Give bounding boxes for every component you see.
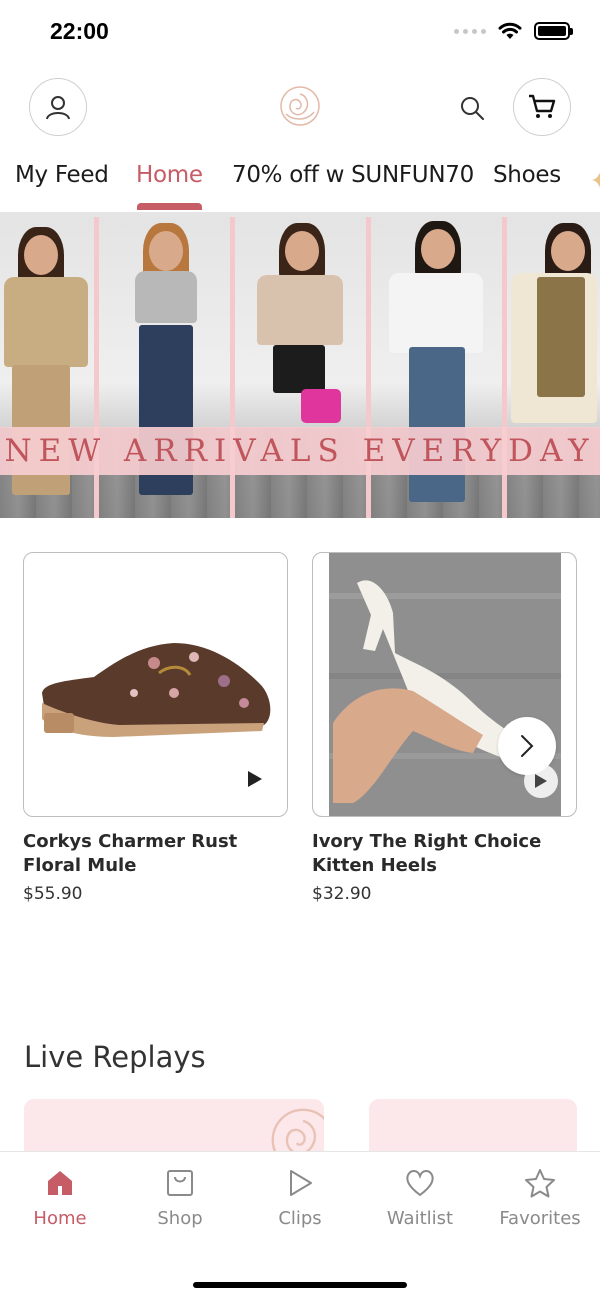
search-icon [461,97,484,120]
battery-icon [534,22,573,40]
wifi-icon [498,22,522,39]
cart-button[interactable] [513,78,571,136]
product-card[interactable]: Ivory The Right Choice Kitten Heels $32.… [312,552,577,904]
search-button[interactable] [456,92,488,124]
product-title[interactable]: Corkys Charmer Rust Floral Mule [23,830,288,878]
product-price: $55.90 [23,884,83,904]
banner-text: NEW ARRIVALS EVERYDAY [4,433,596,469]
rose-logo [271,1108,324,1151]
tab-sale[interactable]: 70% off w SUNFUN70 [232,162,474,188]
product-title[interactable]: Ivory The Right Choice Kitten Heels [312,830,577,878]
tabbar-label: Favorites [499,1208,581,1229]
status-time: 22:00 [50,18,109,44]
home-indicator [193,1282,407,1288]
status-icons [454,22,573,40]
tabbar-favorites[interactable]: Favorites [485,1168,595,1229]
live-replay-card[interactable] [24,1099,324,1151]
tabbar-shop[interactable]: Shop [125,1168,235,1229]
video-play-icon [535,774,547,788]
banner-caption-strip: NEW ARRIVALS EVERYDAY [0,427,600,475]
bottom-tab-bar: Home Shop Clips Waitlist Favorites [0,1151,600,1299]
tabbar-home[interactable]: Home [5,1168,115,1229]
sparkle-icon: ✦ [590,168,600,193]
category-tabs: My Feed Home 70% off w SUNFUN70 Shoes ✦ [0,158,600,214]
cart-icon [529,94,556,118]
video-play-icon[interactable] [247,770,263,788]
tabbar-label: Shop [157,1208,203,1229]
heart-icon [406,1170,434,1197]
star-icon [525,1169,555,1198]
person-icon [46,96,70,120]
app-header [0,78,600,138]
tabbar-clips[interactable]: Clips [245,1168,355,1229]
rose-logo [280,86,320,126]
live-replay-card[interactable] [369,1099,577,1151]
play-icon [290,1170,312,1196]
product-price: $32.90 [312,884,372,904]
new-arrivals-banner[interactable]: NEW ARRIVALS EVERYDAY [0,217,600,518]
tab-my-feed[interactable]: My Feed [15,162,109,188]
tabbar-label: Clips [278,1208,322,1229]
home-icon [48,1171,72,1195]
product-image[interactable] [312,552,577,817]
tabbar-label: Waitlist [386,1208,454,1229]
status-bar: 22:00 [0,0,600,64]
tab-shoes[interactable]: Shoes [493,162,561,188]
tabbar-label: Home [33,1208,87,1229]
video-play-button[interactable] [524,764,558,798]
tab-home[interactable]: Home [136,162,203,188]
signal-icon [454,28,486,34]
product-image[interactable] [23,552,288,817]
live-replays-heading: Live Replays [24,1040,206,1074]
chevron-right-icon [521,735,534,757]
bag-icon [167,1170,193,1196]
product-card[interactable]: Corkys Charmer Rust Floral Mule $55.90 [23,552,288,904]
tabbar-waitlist[interactable]: Waitlist [365,1168,475,1229]
active-tab-indicator [137,203,202,210]
account-button[interactable] [29,78,87,136]
